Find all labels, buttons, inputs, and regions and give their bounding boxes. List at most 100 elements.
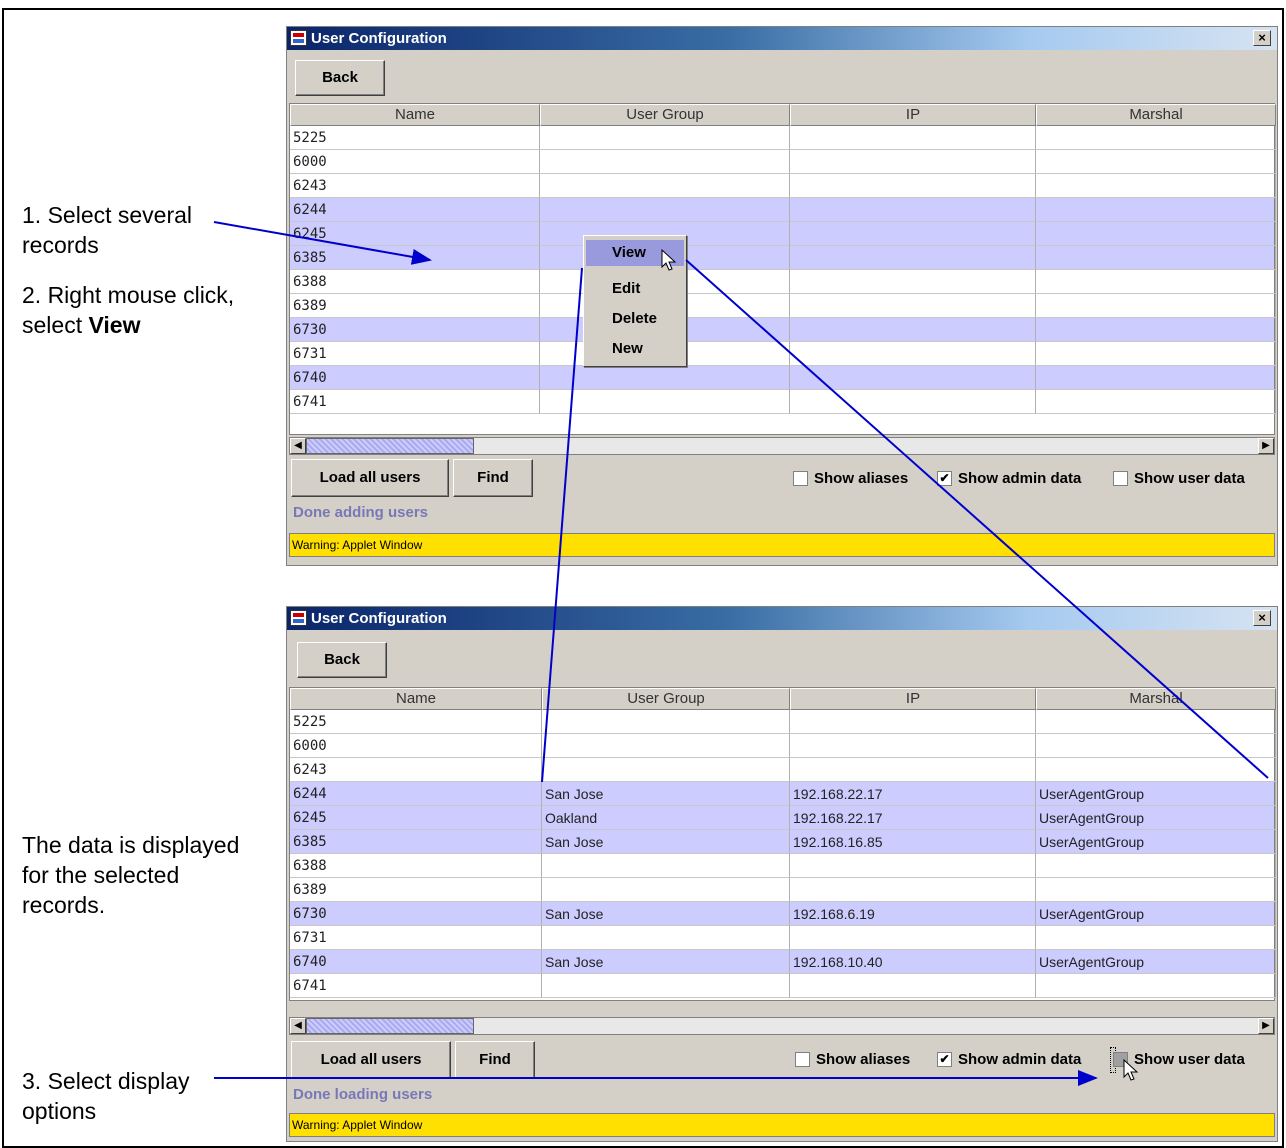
column-header-marshal[interactable]: Marshal bbox=[1036, 688, 1276, 710]
table-row[interactable]: 6245 Oakland 192.168.22.17 UserAgentGroup bbox=[290, 806, 1276, 830]
cell-name: 6730 bbox=[290, 318, 540, 342]
table-row[interactable]: 6389 bbox=[290, 294, 1276, 318]
cell-name: 6243 bbox=[290, 174, 540, 198]
close-button[interactable]: × bbox=[1253, 30, 1271, 46]
find-button[interactable]: Find bbox=[453, 459, 533, 497]
cell-ip bbox=[790, 342, 1036, 366]
scroll-right-icon[interactable]: ▶ bbox=[1258, 438, 1274, 454]
title-bar[interactable]: User Configuration × bbox=[287, 27, 1277, 50]
menu-item-new[interactable]: New bbox=[586, 336, 684, 362]
scroll-thumb[interactable] bbox=[306, 1018, 474, 1034]
cell-ip: 192.168.6.19 bbox=[790, 902, 1036, 926]
cell-name: 6388 bbox=[290, 270, 540, 294]
cell-user-group bbox=[542, 710, 790, 734]
checkbox-box[interactable] bbox=[1113, 471, 1128, 486]
cell-name: 6245 bbox=[290, 806, 542, 830]
back-button[interactable]: Back bbox=[297, 642, 387, 678]
window-bottom: User Configuration × Back Name User Grou… bbox=[286, 606, 1278, 1142]
table-row[interactable]: 6740 San Jose 192.168.10.40 UserAgentGroup bbox=[290, 950, 1276, 974]
close-button[interactable]: × bbox=[1253, 610, 1271, 626]
title-bar[interactable]: User Configuration × bbox=[287, 607, 1277, 630]
cell-name: 6244 bbox=[290, 198, 540, 222]
horizontal-scrollbar[interactable]: ◀ ▶ bbox=[289, 1017, 1275, 1035]
table-row[interactable]: 6244 bbox=[290, 198, 1276, 222]
cell-ip: 192.168.22.17 bbox=[790, 782, 1036, 806]
mouse-pointer-icon bbox=[1123, 1059, 1139, 1081]
table-row[interactable]: 6000 bbox=[290, 150, 1276, 174]
table-row[interactable]: 6731 bbox=[290, 926, 1276, 950]
annotation-step2: 2. Right mouse click, select View bbox=[22, 280, 262, 340]
cell-user-group: Oakland bbox=[542, 806, 790, 830]
cell-ip bbox=[790, 198, 1036, 222]
load-all-users-button[interactable]: Load all users bbox=[291, 1041, 451, 1079]
table-row[interactable]: 6731 bbox=[290, 342, 1276, 366]
table-row[interactable]: 6245 bbox=[290, 222, 1276, 246]
cell-user-group bbox=[540, 126, 790, 150]
cell-marshal bbox=[1036, 294, 1276, 318]
cell-ip bbox=[790, 926, 1036, 950]
cell-user-group bbox=[540, 366, 790, 390]
window-title: User Configuration bbox=[311, 30, 447, 47]
column-header-name[interactable]: Name bbox=[290, 688, 542, 710]
cell-name: 6243 bbox=[290, 758, 542, 782]
menu-item-edit[interactable]: Edit bbox=[586, 276, 684, 302]
column-header-ip[interactable]: IP bbox=[790, 688, 1036, 710]
column-header-marshal[interactable]: Marshal bbox=[1036, 104, 1276, 126]
column-header-user-group[interactable]: User Group bbox=[542, 688, 790, 710]
cell-marshal bbox=[1036, 878, 1276, 902]
cell-name: 6389 bbox=[290, 294, 540, 318]
menu-item-delete[interactable]: Delete bbox=[586, 306, 684, 332]
cell-name: 6388 bbox=[290, 854, 542, 878]
table-row[interactable]: 6244 San Jose 192.168.22.17 UserAgentGroup bbox=[290, 782, 1276, 806]
horizontal-scrollbar[interactable]: ◀ ▶ bbox=[289, 437, 1275, 455]
table-row[interactable]: 6388 bbox=[290, 270, 1276, 294]
cell-user-group bbox=[540, 390, 790, 414]
cell-marshal bbox=[1036, 222, 1276, 246]
table-row[interactable]: 5225 bbox=[290, 710, 1276, 734]
scroll-left-icon[interactable]: ◀ bbox=[290, 1018, 306, 1034]
cell-marshal bbox=[1036, 974, 1276, 998]
scroll-left-icon[interactable]: ◀ bbox=[290, 438, 306, 454]
cell-user-group bbox=[542, 758, 790, 782]
table-row[interactable]: 6741 bbox=[290, 390, 1276, 414]
table-row[interactable]: 6388 bbox=[290, 854, 1276, 878]
cell-marshal bbox=[1036, 150, 1276, 174]
cell-name: 6741 bbox=[290, 390, 540, 414]
column-header-ip[interactable]: IP bbox=[790, 104, 1036, 126]
scroll-right-icon[interactable]: ▶ bbox=[1258, 1018, 1274, 1034]
load-all-users-button[interactable]: Load all users bbox=[291, 459, 449, 497]
cell-marshal bbox=[1036, 318, 1276, 342]
cell-name: 6740 bbox=[290, 366, 540, 390]
find-button[interactable]: Find bbox=[455, 1041, 535, 1079]
table-row[interactable]: 6730 bbox=[290, 318, 1276, 342]
table-row[interactable]: 6740 bbox=[290, 366, 1276, 390]
cell-marshal bbox=[1036, 366, 1276, 390]
checkbox-box[interactable]: ✔ bbox=[937, 1052, 952, 1067]
cell-name: 6385 bbox=[290, 830, 542, 854]
back-button[interactable]: Back bbox=[295, 60, 385, 96]
table-row[interactable]: 6389 bbox=[290, 878, 1276, 902]
cell-marshal bbox=[1036, 710, 1276, 734]
cell-ip bbox=[790, 150, 1036, 174]
cell-ip bbox=[790, 174, 1036, 198]
table-row[interactable]: 6730 San Jose 192.168.6.19 UserAgentGroup bbox=[290, 902, 1276, 926]
checkbox-box[interactable] bbox=[793, 471, 808, 486]
cell-marshal bbox=[1036, 926, 1276, 950]
table-row[interactable]: 6243 bbox=[290, 174, 1276, 198]
table-row[interactable]: 6385 San Jose 192.168.16.85 UserAgentGroup bbox=[290, 830, 1276, 854]
checkbox-box[interactable]: ✔ bbox=[937, 471, 952, 486]
table-row[interactable]: 6741 bbox=[290, 974, 1276, 998]
app-icon bbox=[290, 610, 307, 626]
checkbox-box[interactable] bbox=[795, 1052, 810, 1067]
app-icon bbox=[290, 30, 307, 46]
cell-user-group bbox=[540, 174, 790, 198]
cell-ip bbox=[790, 270, 1036, 294]
column-header-name[interactable]: Name bbox=[290, 104, 540, 126]
table-row[interactable]: 5225 bbox=[290, 126, 1276, 150]
checkbox-label: Show admin data bbox=[958, 1051, 1082, 1068]
table-row[interactable]: 6385 bbox=[290, 246, 1276, 270]
column-header-user-group[interactable]: User Group bbox=[540, 104, 790, 126]
table-row[interactable]: 6000 bbox=[290, 734, 1276, 758]
scroll-thumb[interactable] bbox=[306, 438, 474, 454]
table-row[interactable]: 6243 bbox=[290, 758, 1276, 782]
